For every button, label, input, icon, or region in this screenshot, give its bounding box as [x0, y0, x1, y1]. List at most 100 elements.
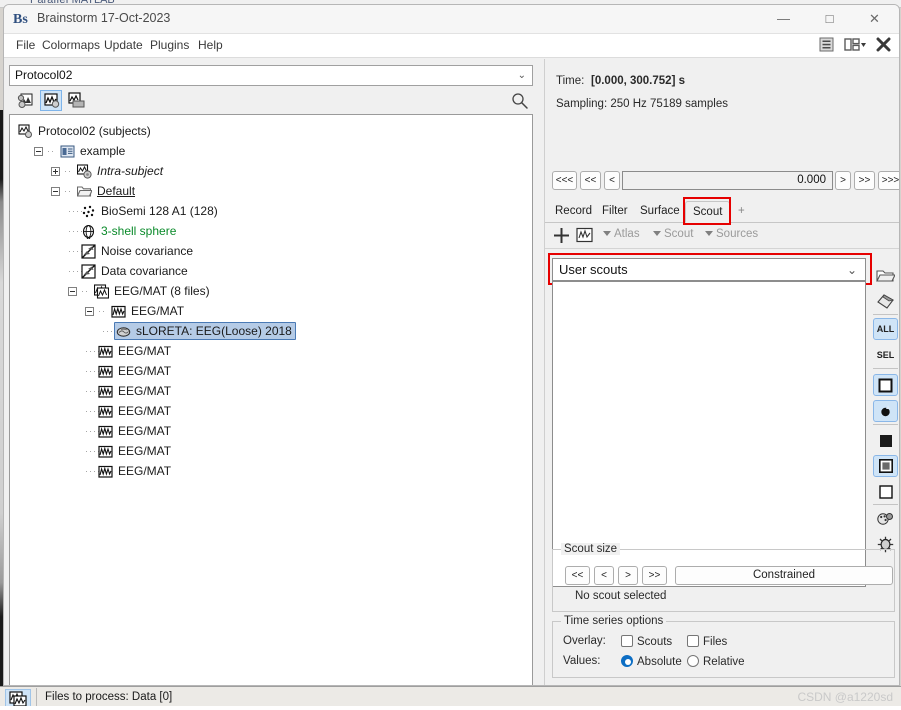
tree-item[interactable]: ·· Default: [10, 181, 532, 201]
tree-item-body[interactable]: EEG/MAT: [110, 302, 184, 320]
tree-item[interactable]: ···· EEG/MAT: [10, 461, 532, 481]
tree-item-body[interactable]: EEG/MAT: [97, 422, 171, 440]
values-relative-radio[interactable]: Relative: [687, 655, 745, 668]
time-next-big-button[interactable]: >>: [854, 171, 875, 190]
tree-item[interactable]: ···· BioSemi 128 A1 (128): [10, 201, 532, 221]
tree-item[interactable]: ···· sLORETA: EEG(Loose) 2018: [10, 321, 532, 341]
atlas-menu[interactable]: Atlas: [603, 228, 640, 240]
time-prev-button[interactable]: <: [604, 171, 620, 190]
minimize-button[interactable]: —: [761, 5, 806, 33]
window-title: Brainstorm 17-Oct-2023: [37, 11, 171, 25]
tree-item[interactable]: ···· EEG/MAT: [10, 401, 532, 421]
tree-item[interactable]: ···· 3-shell sphere: [10, 221, 532, 241]
tree-connector: ····: [102, 326, 118, 336]
scout-menu[interactable]: Scout: [653, 228, 693, 240]
protocol-select[interactable]: Protocol02 ⌄: [9, 65, 533, 86]
overlay-scouts-checkbox[interactable]: Scouts: [621, 635, 672, 648]
tree-item-body[interactable]: Default: [76, 182, 135, 200]
tree-item[interactable]: Protocol02 (subjects): [10, 121, 532, 141]
tree-item[interactable]: ·· example: [10, 141, 532, 161]
values-absolute-label: Absolute: [637, 656, 682, 668]
tree-item-body[interactable]: Data covariance: [80, 262, 188, 280]
tree-item-body[interactable]: example: [59, 142, 125, 160]
fill-empty-icon[interactable]: [873, 481, 898, 503]
tree-expander-collapse[interactable]: [34, 146, 43, 156]
tree-item[interactable]: ···· EEG/MAT: [10, 421, 532, 441]
sources-menu[interactable]: Sources: [705, 228, 758, 240]
tree-item-body[interactable]: Noise covariance: [80, 242, 193, 260]
select-all-button[interactable]: ALL: [873, 318, 898, 340]
close-all-windows-icon[interactable]: [876, 37, 891, 57]
tree-item[interactable]: ···· EEG/MAT: [10, 361, 532, 381]
tree-item-body[interactable]: EEG/MAT: [97, 362, 171, 380]
show-vertex-icon[interactable]: [873, 400, 898, 422]
layout-list-icon[interactable]: [819, 37, 834, 57]
time-first-button[interactable]: <<<: [552, 171, 577, 190]
functional-studies-button[interactable]: [65, 90, 87, 111]
menu-file[interactable]: File: [12, 38, 39, 52]
scout-colors-icon[interactable]: [873, 508, 898, 530]
tree-item-body[interactable]: EEG/MAT: [97, 442, 171, 460]
database-tree[interactable]: Protocol02 (subjects) ·· example ·· Intra-su…: [9, 114, 533, 685]
tree-item-body[interactable]: EEG/MAT: [97, 382, 171, 400]
tab-filter[interactable]: Filter: [595, 201, 635, 223]
show-contour-icon[interactable]: [873, 374, 898, 396]
values-absolute-radio[interactable]: Absolute: [621, 655, 682, 668]
close-button[interactable]: ✕: [852, 5, 897, 33]
tree-item-body[interactable]: 3-shell sphere: [80, 222, 176, 240]
scout-list[interactable]: [552, 281, 866, 587]
fill-gray-icon[interactable]: [873, 455, 898, 477]
tree-expander-collapse[interactable]: [85, 306, 94, 316]
timeseries-icon[interactable]: [576, 227, 593, 246]
functional-subjects-button[interactable]: [40, 90, 62, 111]
tree-expander-collapse[interactable]: [68, 286, 77, 296]
time-next-button[interactable]: >: [835, 171, 851, 190]
tree-item-body[interactable]: Intra-subject: [76, 162, 163, 180]
tree-item-body[interactable]: EEG/MAT (8 files): [93, 282, 210, 300]
tab-surface[interactable]: Surface: [633, 201, 687, 223]
tree-item[interactable]: ·· Intra-subject: [10, 161, 532, 181]
select-sel-button[interactable]: SEL: [873, 344, 898, 366]
scout-size-dec-button[interactable]: <: [594, 566, 614, 585]
menu-colormaps[interactable]: Colormaps: [38, 38, 104, 52]
tab-scout[interactable]: Scout: [685, 201, 731, 223]
time-value-input[interactable]: 0.000: [622, 171, 833, 190]
menu-update[interactable]: Update: [100, 38, 147, 52]
atlas-select[interactable]: User scouts ⌄: [552, 258, 866, 281]
scout-size-inc-button[interactable]: >: [618, 566, 638, 585]
scout-size-last-button[interactable]: >>: [642, 566, 667, 585]
tree-item[interactable]: ···· EEG/MAT: [10, 441, 532, 461]
tree-connector: ····: [85, 406, 101, 416]
tree-item-body[interactable]: Protocol02 (subjects): [17, 122, 151, 140]
tree-item-body[interactable]: sLORETA: EEG(Loose) 2018: [114, 322, 296, 340]
tree-item[interactable]: ···· Data covariance: [10, 261, 532, 281]
tree-expander-collapse[interactable]: [51, 186, 60, 196]
maximize-button[interactable]: □: [807, 5, 852, 33]
fill-solid-icon[interactable]: [873, 430, 898, 452]
tab-record[interactable]: Record: [548, 201, 599, 223]
tab-add[interactable]: +: [731, 201, 752, 223]
search-icon[interactable]: [511, 92, 529, 110]
tree-expander-expand[interactable]: [51, 166, 60, 176]
anatomy-view-button[interactable]: [15, 90, 37, 111]
tree-item[interactable]: ···· Noise covariance: [10, 241, 532, 261]
menu-plugins[interactable]: Plugins: [146, 38, 193, 52]
menu-help[interactable]: Help: [194, 38, 227, 52]
load-scouts-icon[interactable]: [873, 264, 898, 286]
tree-item-body[interactable]: EEG/MAT: [97, 402, 171, 420]
tree-item-body[interactable]: BioSemi 128 A1 (128): [80, 202, 218, 220]
overlay-files-checkbox[interactable]: Files: [687, 635, 727, 648]
tree-item[interactable]: ···· EEG/MAT: [10, 381, 532, 401]
layout-grid-icon[interactable]: [844, 37, 866, 57]
tree-item[interactable]: ···· EEG/MAT: [10, 341, 532, 361]
tree-item[interactable]: ·· EEG/MAT (8 files): [10, 281, 532, 301]
save-scouts-icon[interactable]: [873, 290, 898, 312]
tree-item[interactable]: ·· EEG/MAT: [10, 301, 532, 321]
time-prev-big-button[interactable]: <<: [580, 171, 601, 190]
scout-size-first-button[interactable]: <<: [565, 566, 590, 585]
tree-item-body[interactable]: EEG/MAT: [97, 342, 171, 360]
time-last-button[interactable]: >>>: [878, 171, 899, 190]
scout-orientation-button[interactable]: Constrained: [675, 566, 893, 585]
crosshair-icon[interactable]: [553, 227, 570, 247]
tree-item-body[interactable]: EEG/MAT: [97, 462, 171, 480]
